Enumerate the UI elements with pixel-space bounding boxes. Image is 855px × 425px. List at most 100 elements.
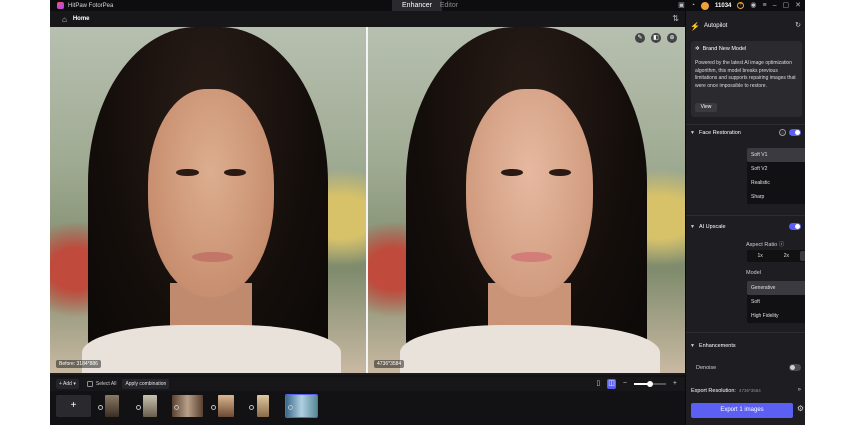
menu-icon[interactable]: ≡ <box>763 0 767 11</box>
add-button[interactable]: + Add ▾ <box>56 379 79 389</box>
option-label: Generative <box>751 285 776 291</box>
denoise-toggle[interactable] <box>789 364 801 371</box>
user-avatar-icon[interactable]: ◉ <box>750 0 756 11</box>
info-icon[interactable]: ⓘ <box>779 242 785 248</box>
select-all-label: Select All <box>95 381 117 387</box>
divider <box>686 124 805 125</box>
aspect-ratio-row: Aspect Ratio ⓘ <box>746 240 784 248</box>
maximize-icon[interactable]: ▢ <box>783 0 790 11</box>
ratio-4x[interactable]: 4x <box>799 251 805 261</box>
face-restoration-options: Soft V1 Soft V2 Realistic Sharp <box>747 148 805 204</box>
ai-upscale-toggle[interactable] <box>789 223 801 230</box>
enhancements-label: Enhancements <box>698 343 736 349</box>
compare-icon[interactable]: ◧ <box>651 33 661 43</box>
face-preview-icon[interactable]: ☺ <box>779 129 786 136</box>
thumbnail-5[interactable] <box>257 395 269 417</box>
aspect-ratio-label: Aspect Ratio <box>746 242 778 248</box>
after-size-label: 4736*3584 <box>374 360 405 368</box>
model-label: Model <box>746 270 761 276</box>
single-view-icon[interactable]: ▯ <box>596 379 600 389</box>
apply-combination-button[interactable]: Apply combination <box>122 379 170 389</box>
lightning-icon: ⚡ <box>690 21 700 31</box>
upscale-model-options: Generative Soft High Fidelity <box>747 281 805 323</box>
title-bar-controls: ▣ ◔ 11034 + ◉ ≡ – ▢ ✕ <box>678 0 801 11</box>
sparkle-icon: ✲ <box>695 46 700 52</box>
collapse-caret-icon[interactable]: ▼ <box>690 224 695 230</box>
export-footer: Export Resolution: 4736*3584 » Export 1 i… <box>686 385 805 425</box>
before-size-label: Before: 3184*886 <box>56 360 101 368</box>
zoom-icon[interactable]: ⊕ <box>667 33 677 43</box>
ai-upscale-header[interactable]: ▼ AI Upscale <box>686 221 805 233</box>
thumbnail-remove-icon[interactable] <box>211 405 216 410</box>
compare-swap-icon[interactable]: ⇅ <box>672 14 679 23</box>
minimize-icon[interactable]: – <box>773 0 777 11</box>
gear-icon[interactable]: ⚙ <box>797 404 804 413</box>
view-controls: ▯ ◫ − + <box>596 379 677 389</box>
autopilot-row[interactable]: ⚡ Autopilot ↻ <box>686 19 805 33</box>
bottom-toolbar: + Add ▾ Select All Apply combination ▯ ◫… <box>50 377 685 391</box>
zoom-slider[interactable] <box>633 381 666 387</box>
view-button[interactable]: View <box>695 103 717 112</box>
add-image-tile[interactable]: + <box>56 395 91 417</box>
ratio-2x[interactable]: 2x <box>773 250 799 262</box>
model-card-title: Brand New Model <box>702 46 747 52</box>
checkbox-box <box>86 381 93 387</box>
home-link[interactable]: Home <box>73 16 90 22</box>
app-window: HitPaw FotorPea Enhancer Editor ▣ ◔ 1103… <box>50 0 805 425</box>
thumbnail-remove-icon[interactable] <box>136 405 141 410</box>
thumbnail-1[interactable] <box>105 395 119 417</box>
face-restoration-header[interactable]: ▼ Face Restoration ☺ <box>686 127 805 139</box>
option-label: Soft V1 <box>751 152 768 158</box>
home-bar: ⌂ Home ⇅ <box>50 11 685 27</box>
face-restoration-toggle[interactable] <box>789 129 801 136</box>
model-generative[interactable]: Generative <box>747 281 805 295</box>
model-soft[interactable]: Soft <box>747 295 805 309</box>
export-resolution-label: Export Resolution: <box>691 388 736 394</box>
close-icon[interactable]: ✕ <box>795 0 801 11</box>
thumbnail-remove-icon[interactable] <box>98 405 103 410</box>
credits-count: 11034 <box>715 2 732 9</box>
thumbnail-2[interactable] <box>143 395 157 417</box>
add-credits-icon[interactable]: + <box>737 2 745 9</box>
brush-icon[interactable]: ✎ <box>635 33 645 43</box>
divider <box>686 332 805 333</box>
export-button[interactable]: Export 1 images <box>691 403 793 418</box>
collapse-caret-icon[interactable]: ▼ <box>690 130 695 136</box>
thumbnail-remove-icon[interactable] <box>288 405 293 410</box>
option-soft-v1[interactable]: Soft V1 <box>747 148 805 162</box>
zoom-handle[interactable] <box>646 381 653 387</box>
title-bar: HitPaw FotorPea Enhancer Editor ▣ ◔ 1103… <box>50 0 805 11</box>
option-sharp[interactable]: Sharp <box>747 190 805 204</box>
notification-bell-icon[interactable]: ◔ <box>691 0 695 11</box>
autopilot-label: Autopilot <box>703 23 728 29</box>
after-image: 4736*3584 ✎ ◧ ⊕ <box>368 27 685 373</box>
image-viewer[interactable]: Before: 3184*886 4736*3584 ✎ ◧ ⊕ <box>50 27 685 375</box>
coin-icon <box>701 1 710 10</box>
zoom-out-icon[interactable]: − <box>623 379 627 389</box>
right-margin <box>805 0 855 425</box>
split-view-icon[interactable]: ◫ <box>607 379 616 389</box>
model-high-fidelity[interactable]: High Fidelity <box>747 309 805 323</box>
model-card-description: Powered by the latest AI image optimizat… <box>695 60 796 89</box>
before-image: Before: 3184*886 <box>50 27 366 373</box>
collapse-caret-icon[interactable]: ▼ <box>690 343 695 349</box>
new-model-card: ✲ Brand New Model Powered by the latest … <box>691 41 802 117</box>
select-all-checkbox[interactable]: Select All <box>86 381 117 387</box>
refresh-icon[interactable]: ↻ <box>795 21 801 29</box>
export-resolution: Export Resolution: 4736*3584 <box>691 388 761 394</box>
thumbnail-4[interactable] <box>218 395 234 417</box>
tab-editor[interactable]: Editor <box>424 0 474 11</box>
expand-chevron-icon[interactable]: » <box>798 387 801 393</box>
ratio-1x[interactable]: 1x <box>747 250 773 262</box>
option-realistic[interactable]: Realistic <box>747 176 805 190</box>
denoise-row: Denoise <box>686 362 805 374</box>
home-icon[interactable]: ⌂ <box>62 15 67 24</box>
option-soft-v2[interactable]: Soft V2 <box>747 162 805 176</box>
thumbnail-remove-icon[interactable] <box>174 405 179 410</box>
enhancements-header[interactable]: ▼ Enhancements <box>686 340 805 352</box>
thumbnail-remove-icon[interactable] <box>249 405 254 410</box>
zoom-in-icon[interactable]: + <box>673 379 677 389</box>
aspect-ratio-selector: 1x 2x 4x 8x <box>747 250 805 262</box>
settings-panel: ⚡ Autopilot ↻ ✲ Brand New Model Powered … <box>686 11 805 425</box>
gift-icon[interactable]: ▣ <box>678 0 685 11</box>
